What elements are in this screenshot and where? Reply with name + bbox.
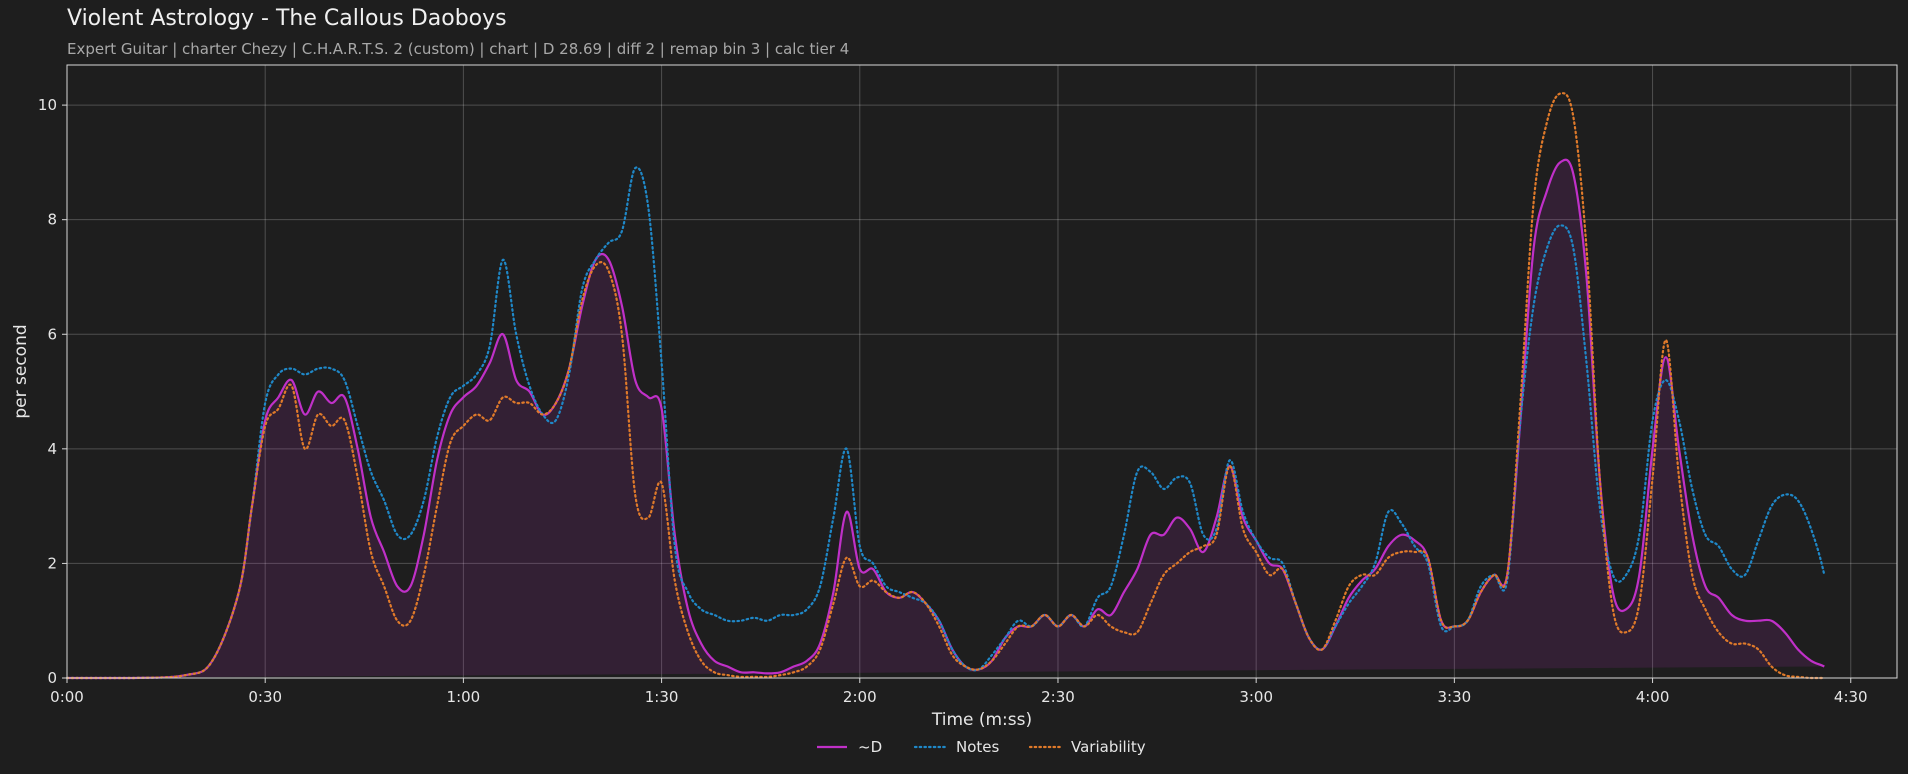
x-tick-label: 2:30	[1041, 688, 1075, 706]
legend-label: ~D	[858, 738, 882, 756]
x-tick-label: 1:00	[447, 688, 481, 706]
x-tick-labels: 0:00 0:30 1:00 1:30 2:00 2:30 3:00 3:30 4:00 4:30	[50, 678, 1868, 706]
x-tick-label: 4:00	[1636, 688, 1670, 706]
y-axis-label: per second	[11, 324, 31, 418]
y-tick-label: 2	[47, 554, 57, 572]
x-tick-label: 4:30	[1834, 688, 1868, 706]
legend: ~D Notes Variability	[817, 738, 1146, 756]
legend-item-d: ~D	[817, 738, 882, 756]
y-tick-label: 10	[38, 96, 57, 114]
x-axis-label: Time (m:ss)	[931, 710, 1032, 730]
y-tick-label: 6	[47, 325, 57, 343]
chart: 0:00 0:30 1:00 1:30 2:00 2:30 3:00 3:30 4:00 4:30…	[11, 64, 1898, 756]
y-tick-label: 8	[47, 211, 57, 229]
x-tick-label: 3:30	[1438, 688, 1472, 706]
legend-label: Variability	[1071, 738, 1146, 756]
x-tick-label: 0:00	[50, 688, 84, 706]
y-tick-labels: 0 2 4 6 8 10	[38, 96, 67, 687]
area-layer	[67, 159, 1825, 678]
x-tick-label: 0:30	[248, 688, 282, 706]
series-area-d	[67, 159, 1825, 678]
y-tick-label: 4	[47, 440, 57, 458]
x-tick-label: 1:30	[645, 688, 679, 706]
x-tick-label: 2:00	[843, 688, 877, 706]
x-tick-label: 3:00	[1239, 688, 1273, 706]
legend-label: Notes	[956, 738, 1000, 756]
y-tick-label: 0	[47, 669, 57, 687]
legend-item-notes: Notes	[913, 738, 1000, 756]
legend-item-variability: Variability	[1028, 738, 1146, 756]
